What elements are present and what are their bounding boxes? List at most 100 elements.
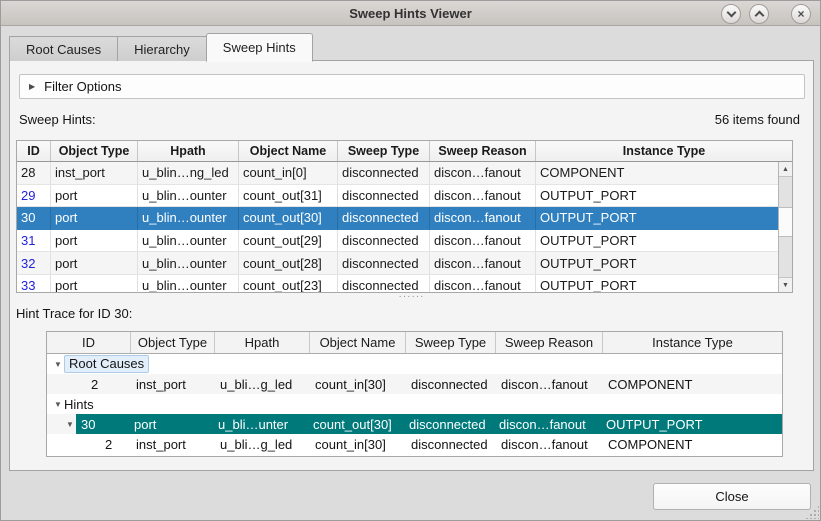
trace-column-header-instance_type[interactable]: Instance Type — [603, 332, 782, 353]
tree-row[interactable]: 2inst_portu_bli…g_ledcount_in[30]disconn… — [47, 374, 782, 394]
sweep-hints-table-body: 28inst_portu_blin…ng_ledcount_in[0]disco… — [17, 162, 778, 292]
cell-object_type: inst_port — [131, 437, 215, 452]
cell-id[interactable]: 33 — [17, 275, 51, 292]
table-row[interactable]: 31portu_blin…ountercount_out[29]disconne… — [17, 230, 778, 253]
chevron-up-icon — [754, 10, 764, 20]
cell-id[interactable]: 30 — [17, 207, 51, 230]
tree-group-row[interactable]: ▼Hints — [47, 394, 782, 414]
filter-options-label: Filter Options — [44, 79, 121, 94]
cell-hpath: u_blin…ounter — [138, 275, 239, 292]
vertical-scrollbar[interactable]: ▲ ▼ — [778, 162, 792, 292]
cell-instance_type: OUTPUT_PORT — [536, 207, 778, 230]
filter-options-toggle[interactable]: ▶ Filter Options — [19, 74, 805, 99]
splitter-handle[interactable]: ······ — [10, 293, 813, 301]
cell-sweep_reason: discon…fanout — [430, 275, 536, 292]
tab-root-causes[interactable]: Root Causes — [9, 36, 118, 61]
column-header-sweep_type[interactable]: Sweep Type — [338, 141, 430, 161]
cell-id[interactable]: 31 — [17, 230, 51, 253]
window-shade-button[interactable] — [721, 4, 741, 24]
cell-object_type: port — [51, 185, 138, 208]
cell-sweep_reason: discon…fanout — [430, 185, 536, 208]
trace-column-header-object_name[interactable]: Object Name — [310, 332, 406, 353]
table-row[interactable]: 32portu_blin…ountercount_out[28]disconne… — [17, 252, 778, 275]
cell-object_name: count_out[30] — [308, 417, 404, 432]
column-header-hpath[interactable]: Hpath — [138, 141, 239, 161]
selection-band: 30portu_bli…untercount_out[30]disconnect… — [76, 414, 782, 434]
tree-group-row[interactable]: ▼Root Causes — [47, 354, 782, 374]
cell-sweep_reason: discon…fanout — [496, 377, 603, 392]
tab-hierarchy[interactable]: Hierarchy — [117, 36, 207, 61]
column-header-sweep_reason[interactable]: Sweep Reason — [430, 141, 536, 161]
cell-sweep_reason: discon…fanout — [494, 417, 601, 432]
tree-group-label: Hints — [64, 397, 94, 412]
cell-sweep_reason: discon…fanout — [430, 162, 536, 185]
cell-id: 28 — [17, 162, 51, 185]
window-title: Sweep Hints Viewer — [349, 6, 472, 21]
cell-object_name: count_in[0] — [239, 162, 338, 185]
scroll-up-icon: ▲ — [782, 166, 789, 173]
cell-object_type: port — [129, 417, 213, 432]
tree-row[interactable]: 2inst_portu_bli…g_ledcount_in[30]disconn… — [47, 434, 782, 454]
scrollbar-thumb[interactable] — [779, 207, 792, 237]
tab-sweep-hints[interactable]: Sweep Hints — [206, 33, 313, 62]
titlebar[interactable]: Sweep Hints Viewer × — [1, 1, 820, 26]
sweep-hints-tab-panel: ▶ Filter Options Sweep Hints: 56 items f… — [9, 60, 814, 471]
cell-instance_type: OUTPUT_PORT — [536, 252, 778, 275]
cell-hpath: u_blin…ounter — [138, 230, 239, 253]
cell-object_name: count_out[29] — [239, 230, 338, 253]
hint-trace-table: IDObject TypeHpathObject NameSweep TypeS… — [46, 331, 783, 457]
trace-column-header-id[interactable]: ID — [47, 332, 131, 353]
scroll-down-button[interactable]: ▼ — [779, 277, 792, 292]
cell-hpath: u_blin…ounter — [138, 185, 239, 208]
tab-bar: Root CausesHierarchySweep Hints — [9, 33, 312, 61]
cell-id[interactable]: 32 — [17, 252, 51, 275]
scrollbar-track[interactable] — [779, 177, 792, 277]
trace-column-header-sweep_type[interactable]: Sweep Type — [406, 332, 496, 353]
trace-column-header-object_type[interactable]: Object Type — [131, 332, 215, 353]
tree-row-selected[interactable]: ▼30portu_bli…untercount_out[30]disconnec… — [47, 414, 782, 434]
column-header-object_type[interactable]: Object Type — [51, 141, 138, 161]
column-header-instance_type[interactable]: Instance Type — [536, 141, 792, 161]
table-row[interactable]: 29portu_blin…ountercount_out[31]disconne… — [17, 185, 778, 208]
cell-object_name: count_out[28] — [239, 252, 338, 275]
cell-sweep_type: disconnected — [406, 377, 496, 392]
sweep-hints-label: Sweep Hints: — [19, 112, 96, 127]
window-controls: × — [721, 3, 811, 24]
cell-id: 2 — [47, 437, 131, 452]
collapsed-arrow-icon: ▶ — [29, 82, 35, 91]
expander-icon[interactable]: ▼ — [64, 420, 76, 429]
cell-sweep_type: disconnected — [338, 162, 430, 185]
cell-hpath: u_blin…ounter — [138, 207, 239, 230]
table-row[interactable]: 30portu_blin…ountercount_out[30]disconne… — [17, 207, 778, 230]
cell-sweep_reason: discon…fanout — [430, 230, 536, 253]
hint-trace-table-header: IDObject TypeHpathObject NameSweep TypeS… — [47, 332, 782, 354]
table-row[interactable]: 33portu_blin…ountercount_out[23]disconne… — [17, 275, 778, 292]
table-row[interactable]: 28inst_portu_blin…ng_ledcount_in[0]disco… — [17, 162, 778, 185]
cell-id: 2 — [47, 377, 131, 392]
cell-instance_type: COMPONENT — [603, 437, 782, 452]
trace-column-header-hpath[interactable]: Hpath — [215, 332, 310, 353]
close-button[interactable]: Close — [653, 483, 811, 510]
cell-object_name: count_in[30] — [310, 377, 406, 392]
cell-id: 30 — [76, 417, 129, 432]
cell-hpath: u_bli…g_led — [215, 377, 310, 392]
hint-trace-label: Hint Trace for ID 30: — [16, 306, 132, 321]
column-header-object_name[interactable]: Object Name — [239, 141, 338, 161]
window-maximize-button[interactable] — [749, 4, 769, 24]
cell-object_type: port — [51, 207, 138, 230]
cell-object_name: count_out[30] — [239, 207, 338, 230]
expander-icon[interactable]: ▼ — [52, 400, 64, 409]
trace-column-header-sweep_reason[interactable]: Sweep Reason — [496, 332, 603, 353]
cell-sweep_reason: discon…fanout — [430, 207, 536, 230]
cell-sweep_type: disconnected — [338, 230, 430, 253]
cell-id[interactable]: 29 — [17, 185, 51, 208]
column-header-id[interactable]: ID — [17, 141, 51, 161]
cell-object_type: inst_port — [51, 162, 138, 185]
tree-group-label: Root Causes — [64, 355, 149, 373]
cell-sweep_reason: discon…fanout — [430, 252, 536, 275]
scroll-up-button[interactable]: ▲ — [779, 162, 792, 177]
expander-icon[interactable]: ▼ — [52, 360, 64, 369]
cell-object_type: inst_port — [131, 377, 215, 392]
window-close-button[interactable]: × — [791, 4, 811, 24]
splitter-dots-icon: ······ — [399, 295, 425, 299]
